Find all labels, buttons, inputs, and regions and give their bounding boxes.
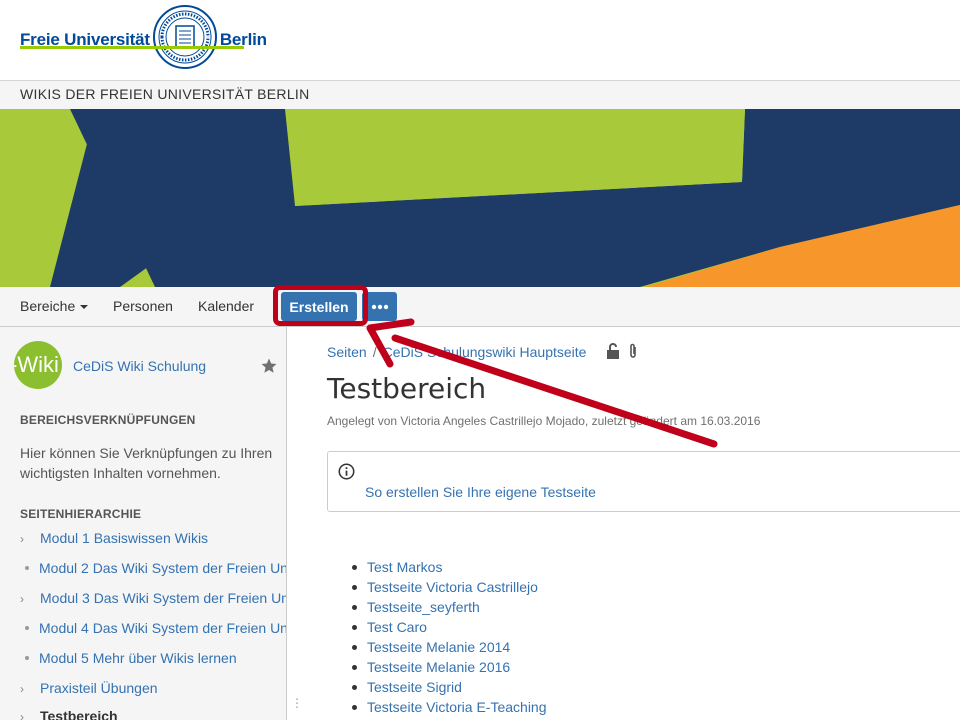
bullet-icon [25, 626, 29, 630]
annotation-highlight [273, 285, 368, 326]
tree-item[interactable]: Modul 5 Mehr über Wikis lernen [20, 650, 286, 670]
breadcrumb: Seiten / CeDiS Schulungswiki Hauptseite [327, 344, 586, 360]
child-page-link[interactable]: Testseite Melanie 2014 [349, 637, 547, 657]
shortcuts-heading: BEREICHSVERKNÜPFUNGEN [20, 413, 196, 427]
star-icon[interactable] [260, 357, 278, 375]
fu-header: Freie Universität Berlin [0, 0, 960, 80]
logo-word-right: Berlin [219, 29, 267, 49]
child-page-link[interactable]: Testseite Melanie 2016 [349, 657, 547, 677]
fu-seal-icon [152, 5, 217, 69]
hierarchy-heading: SEITENHIERARCHIE [20, 507, 142, 521]
info-macro: So erstellen Sie Ihre eigene Testseite [327, 451, 960, 512]
space-banner [0, 109, 960, 287]
child-page-link[interactable]: Testseite Victoria Castrillejo [349, 577, 547, 597]
bullet-icon [25, 656, 29, 660]
tree-item[interactable]: Modul 4 Das Wiki System der Freien Unive… [20, 620, 286, 640]
tree-item[interactable]: › Testbereich [20, 708, 286, 720]
tree-item-label: Testbereich [40, 708, 118, 720]
space-name-link[interactable]: CeDiS Wiki Schulung [73, 358, 206, 374]
info-link[interactable]: So erstellen Sie Ihre eigene Testseite [365, 484, 596, 500]
nav-people[interactable]: Personen [113, 298, 173, 314]
breadcrumb-parent[interactable]: CeDiS Schulungswiki Hauptseite [383, 344, 587, 360]
breadcrumb-root[interactable]: Seiten [327, 344, 367, 360]
child-page-link[interactable]: Test Markos [349, 557, 547, 577]
top-navigation: Bereiche Personen Kalender [0, 287, 960, 327]
tree-item-label: Praxisteil Übungen [40, 680, 158, 696]
chevron-right-icon[interactable]: › [20, 682, 40, 696]
tree-item-label: Modul 5 Mehr über Wikis lernen [39, 650, 237, 666]
space-sidebar: -Wiki CeDiS Wiki Schulung BEREICHSVERKNÜ… [0, 327, 287, 720]
space-logo[interactable]: -Wiki [14, 341, 62, 389]
banner-graphic [0, 109, 960, 287]
nav-spaces[interactable]: Bereiche [20, 298, 89, 314]
site-title[interactable]: WIKIS DER FREIEN UNIVERSITÄT BERLIN [20, 86, 310, 102]
chevron-right-icon[interactable]: › [20, 532, 40, 546]
chevron-right-icon[interactable]: › [20, 710, 40, 720]
tree-item[interactable]: › Modul 1 Basiswissen Wikis [20, 530, 286, 550]
tree-item-label: Modul 3 Das Wiki System der Freien Unive… [40, 590, 286, 606]
child-page-list: Test Markos Testseite Victoria Castrillej… [349, 557, 547, 717]
child-page-link[interactable]: Testseite Sigrid [349, 677, 547, 697]
chevron-down-icon [80, 305, 89, 310]
logo-underline [20, 46, 244, 49]
fu-logo[interactable]: Freie Universität Berlin [20, 4, 267, 70]
tree-item-label: Modul 1 Basiswissen Wikis [40, 530, 209, 546]
child-page-link[interactable]: Testseite Victoria E-Teaching [349, 697, 547, 717]
page-metadata-icons [606, 343, 638, 359]
chevron-right-icon[interactable]: › [20, 592, 40, 606]
tree-item[interactable]: Modul 2 Das Wiki System der Freien Unive… [20, 560, 286, 580]
logo-word-left: Freie Universität [20, 29, 150, 49]
child-page-link[interactable]: Testseite_seyferth [349, 597, 547, 617]
attachment-icon[interactable] [628, 343, 638, 359]
ellipsis-icon [371, 304, 388, 309]
info-icon [338, 463, 355, 480]
page-byline: Angelegt von Victoria Angeles Castrillej… [327, 414, 761, 428]
bullet-icon [25, 566, 29, 570]
nav-calendar[interactable]: Kalender [198, 298, 254, 314]
site-title-bar: WIKIS DER FREIEN UNIVERSITÄT BERLIN [0, 80, 960, 109]
page-title: Testbereich [327, 372, 487, 405]
breadcrumb-separator: / [372, 344, 377, 360]
shortcuts-text: Hier können Sie Verknüpfungen zu Ihren w… [20, 445, 273, 481]
unlock-icon[interactable] [606, 343, 620, 359]
sidebar-resize-handle[interactable]: ⋮ [291, 696, 303, 710]
tree-item[interactable]: ›Modul 3 Das Wiki System der Freien Univ… [20, 590, 286, 610]
tree-item[interactable]: › Praxisteil Übungen [20, 680, 286, 700]
child-page-link[interactable]: Test Caro [349, 617, 547, 637]
tree-item-label: Modul 4 Das Wiki System der Freien Unive… [39, 620, 286, 636]
tree-item-label: Modul 2 Das Wiki System der Freien Unive… [39, 560, 286, 576]
